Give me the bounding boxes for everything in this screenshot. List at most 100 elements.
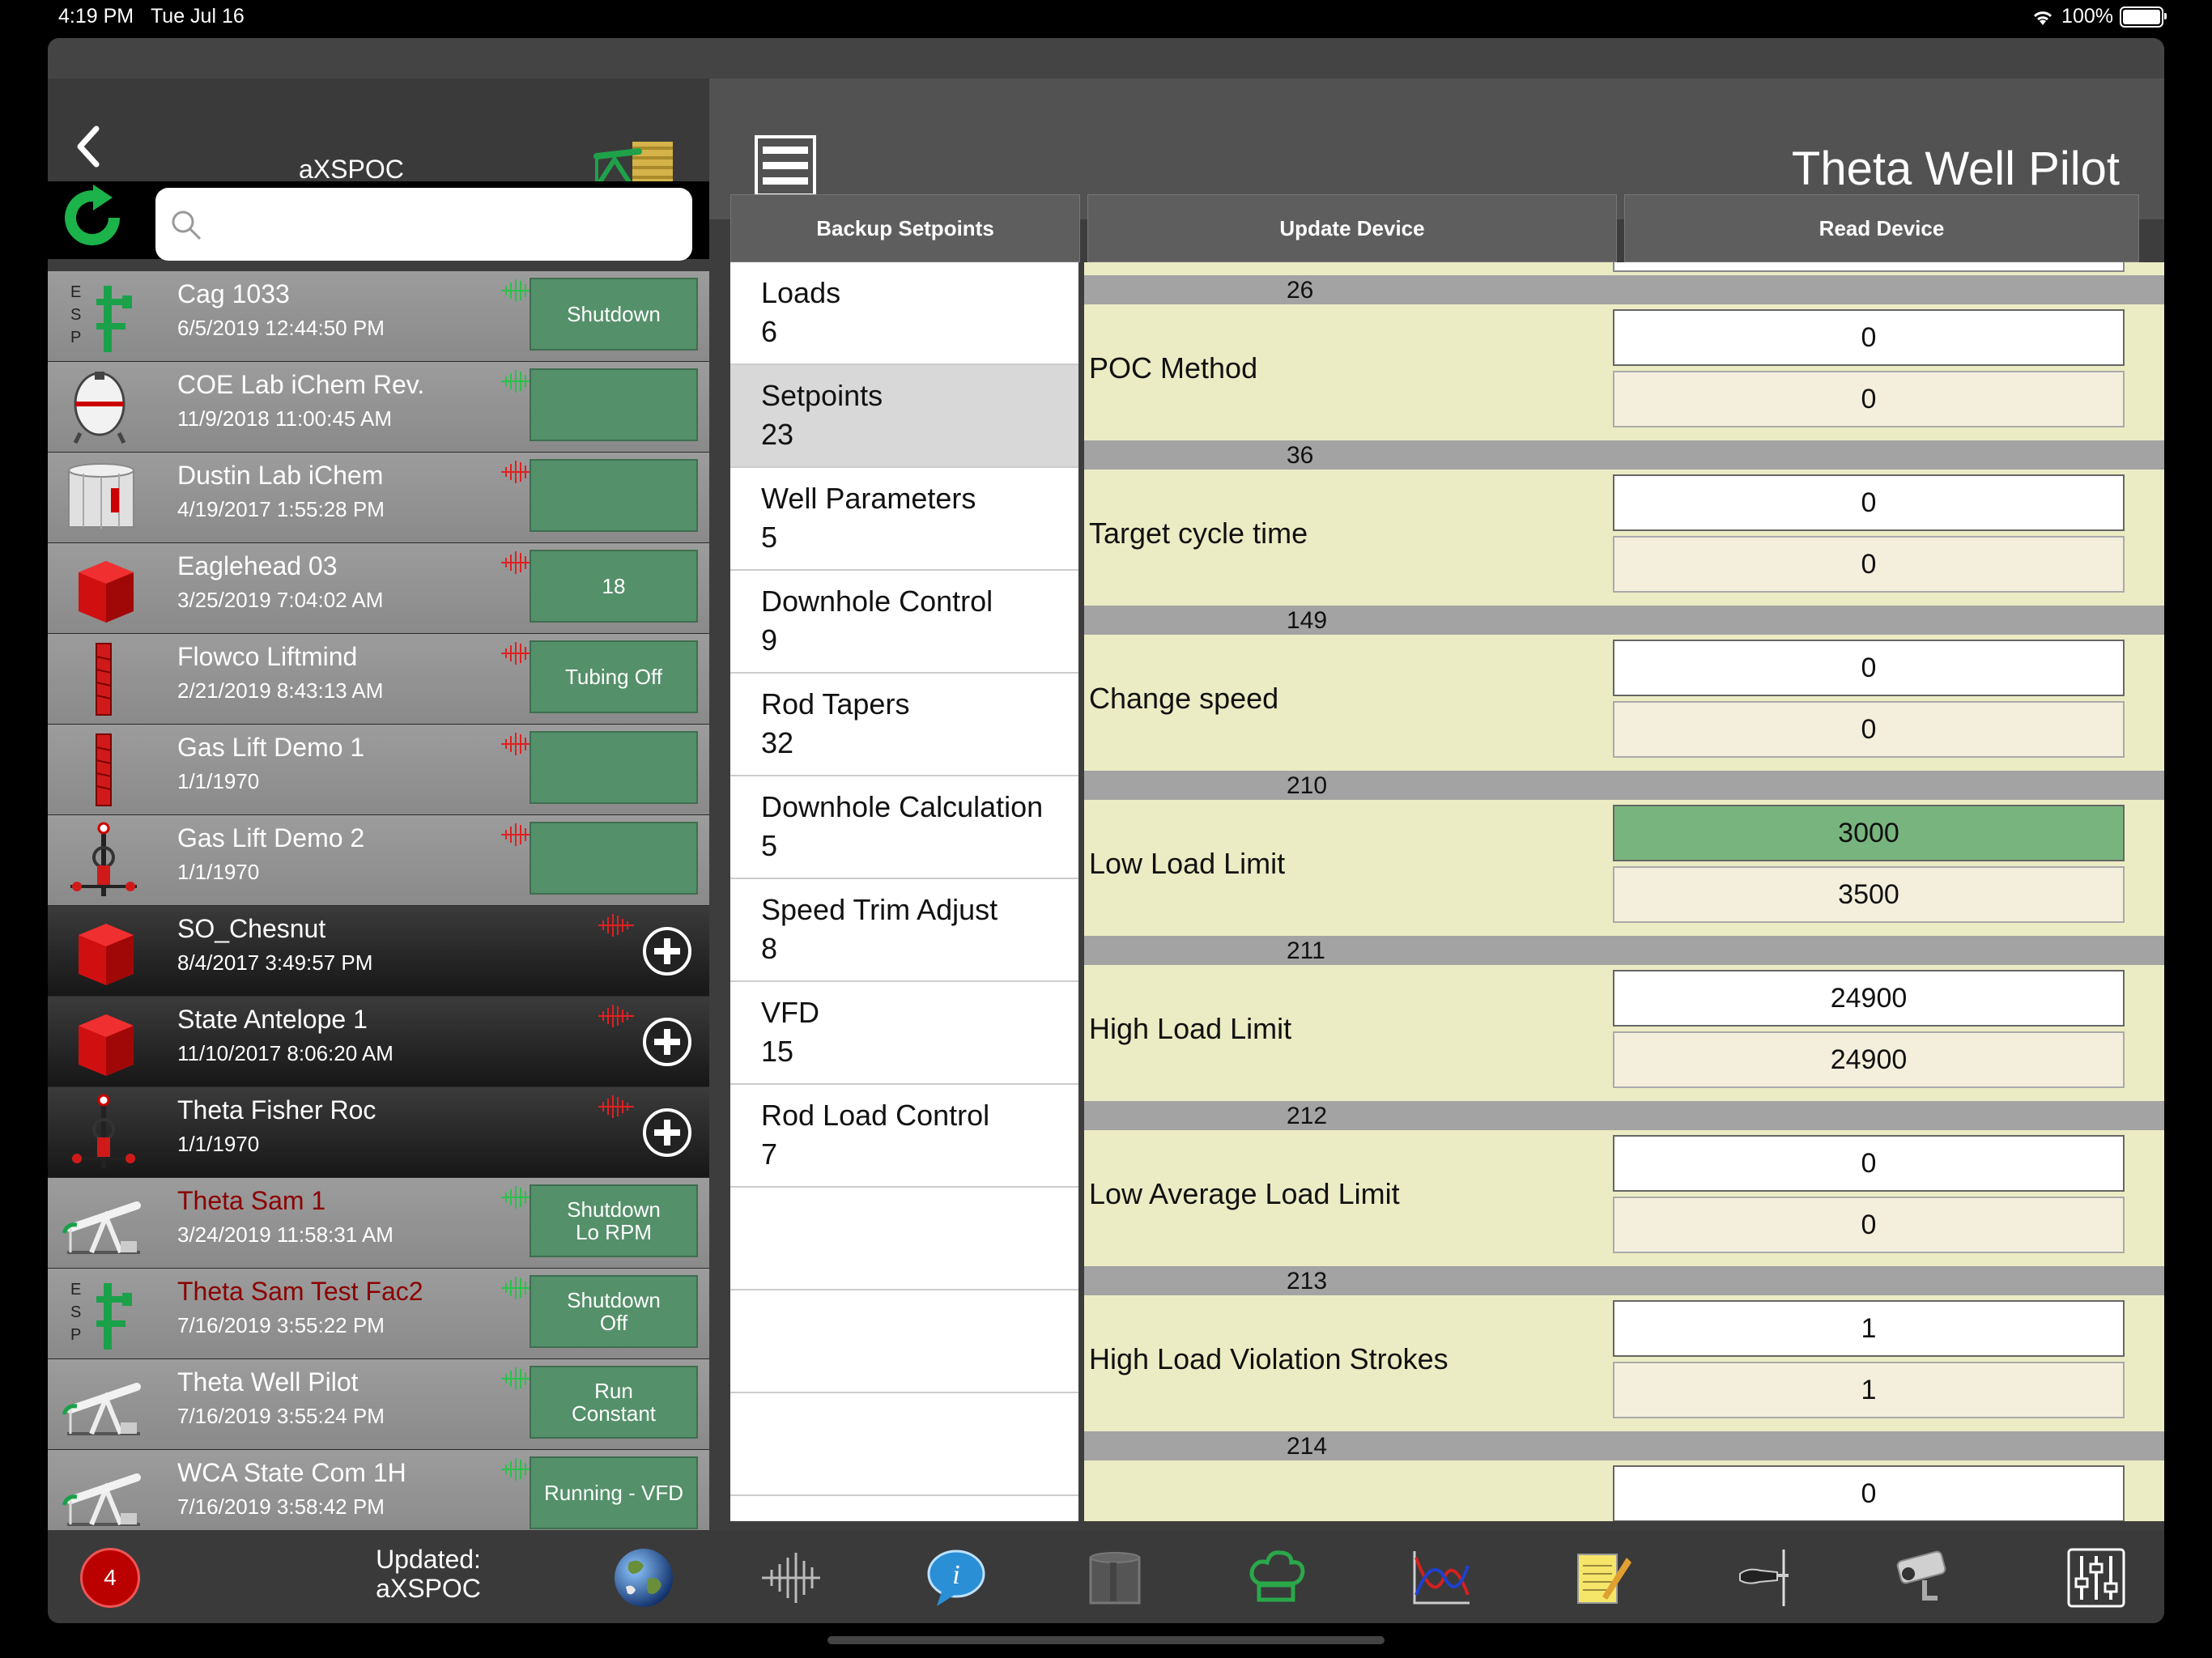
- well-row[interactable]: Theta Well Pilot 7/16/2019 3:55:24 PM Run …: [48, 1359, 709, 1450]
- category-item[interactable]: VFD 15: [730, 982, 1078, 1085]
- well-row[interactable]: Gas Lift Demo 2 1/1/1970: [48, 815, 709, 906]
- setpoint-new-value-input[interactable]: 0: [1613, 309, 2125, 366]
- well-row[interactable]: Dustin Lab iChem 4/19/2017 1:55:28 PM: [48, 453, 709, 543]
- tab-update-device[interactable]: Update Device: [1087, 194, 1617, 262]
- alarm-count-badge[interactable]: 4: [80, 1548, 140, 1608]
- setpoint-label: Target cycle time: [1089, 517, 1308, 550]
- category-item[interactable]: Downhole Calculation 5: [730, 776, 1078, 879]
- well-row[interactable]: Eaglehead 03 3/25/2019 7:04:02 AM 18: [48, 543, 709, 634]
- category-list[interactable]: Loads 6 Setpoints 23 Well Parameters 5 Downhol…: [730, 262, 1078, 1521]
- setpoint-row: Target cycle time 0 0: [1084, 470, 2164, 606]
- dynacard-signal-icon[interactable]: [759, 1546, 823, 1609]
- category-item[interactable]: Speed Trim Adjust 8: [730, 879, 1078, 982]
- category-item[interactable]: Well Parameters 5: [730, 468, 1078, 571]
- well-name: Gas Lift Demo 2: [177, 823, 365, 852]
- page-title: Theta Well Pilot: [1791, 142, 2120, 195]
- setpoint-address-header: 36: [1084, 440, 2164, 470]
- well-row[interactable]: SO_Chesnut 8/4/2017 3:49:57 PM: [48, 906, 709, 997]
- tab-backup-setpoints[interactable]: Backup Setpoints: [730, 194, 1080, 262]
- well-name: State Antelope 1: [177, 1005, 368, 1034]
- well-row[interactable]: E S P Cag 1033 6/5/2019 12:44:50 PM Shutdown: [48, 271, 709, 362]
- category-label: Loads: [761, 276, 841, 309]
- well-row[interactable]: Theta Fisher Roc 1/1/1970: [48, 1087, 709, 1178]
- status-time: 4:19 PM Tue Jul 16: [58, 5, 245, 28]
- category-label: VFD: [761, 996, 819, 1029]
- battery-icon: [2120, 6, 2167, 28]
- category-label: Well Parameters: [761, 482, 976, 515]
- well-last-updated: 1/1/1970: [177, 1132, 260, 1156]
- setpoint-new-value-input[interactable]: 3000: [1613, 805, 2125, 861]
- red-cube-icon: [59, 1003, 148, 1080]
- search-box[interactable]: [155, 188, 692, 261]
- well-row[interactable]: Flowco Liftmind 2/21/2019 8:43:13 AM Tubin…: [48, 634, 709, 725]
- top-strip: [48, 38, 2164, 79]
- category-count: 7: [761, 1137, 778, 1171]
- setpoint-new-value-input[interactable]: 0: [1613, 640, 2125, 696]
- search-icon: [172, 210, 202, 240]
- hamburger-menu-icon[interactable]: [755, 135, 816, 197]
- tab-read-device[interactable]: Read Device: [1624, 194, 2139, 262]
- well-row[interactable]: WCA State Com 1H 7/16/2019 3:58:42 PM Runn…: [48, 1450, 709, 1530]
- category-item[interactable]: Loads 6: [730, 262, 1078, 365]
- category-item[interactable]: Rod Load Control 7: [730, 1085, 1078, 1188]
- chem-tank-icon: [59, 368, 148, 445]
- storage-tank-icon: [59, 459, 148, 536]
- info-icon[interactable]: i: [924, 1546, 989, 1609]
- sliders-settings-icon[interactable]: [2064, 1546, 2129, 1609]
- well-last-updated: 11/9/2018 11:00:45 AM: [177, 406, 393, 431]
- setpoint-new-value-input[interactable]: 0: [1613, 474, 2125, 531]
- add-well-icon[interactable]: [641, 1016, 693, 1068]
- setpoint-row: High Load Violation Strokes 1 1: [1084, 1295, 2164, 1431]
- well-status-box: 18: [530, 550, 698, 623]
- add-well-icon[interactable]: [641, 1107, 693, 1158]
- pumpjack-icon: [59, 1366, 148, 1443]
- globe-icon[interactable]: [611, 1546, 676, 1609]
- notepad-icon[interactable]: [1570, 1546, 1635, 1609]
- setpoint-address-header: 212: [1084, 1101, 2164, 1130]
- setpoint-new-value-input[interactable]: 1: [1613, 1300, 2125, 1357]
- setpoint-label: Change speed: [1089, 682, 1279, 715]
- setpoint-new-value-input[interactable]: 24900: [1613, 970, 2125, 1027]
- setpoint-label: Low Average Load Limit: [1089, 1177, 1400, 1210]
- setpoint-address-header: 210: [1084, 771, 2164, 800]
- trend-chart-icon[interactable]: [1408, 1546, 1473, 1609]
- setpoint-list[interactable]: 26 POC Method 0 0 36 Target cycle time 0 0 149 Ch…: [1084, 262, 2164, 1521]
- svg-text:E: E: [70, 283, 81, 301]
- setpoint-row: Low Average Load Limit 0 0: [1084, 1130, 2164, 1266]
- app-window: aXSPOC Theta Well Pilot E S P Cag 1033 6/5/2…: [48, 38, 2164, 1623]
- chef-hat-icon[interactable]: [1244, 1546, 1309, 1609]
- well-row[interactable]: Theta Sam 1 3/24/2019 11:58:31 AM Shutdown…: [48, 1178, 709, 1269]
- well-status-box: Running - VFD: [530, 1456, 698, 1529]
- gas-lift-tube-icon: [59, 731, 148, 808]
- well-status-box: Shutdown Off: [530, 1275, 698, 1348]
- security-camera-icon[interactable]: [1892, 1546, 1957, 1609]
- signal-red-icon: [598, 912, 634, 938]
- well-name: Gas Lift Demo 1: [177, 733, 365, 762]
- category-item[interactable]: Downhole Control 9: [730, 571, 1078, 674]
- well-row[interactable]: State Antelope 1 11/10/2017 8:06:20 AM: [48, 997, 709, 1087]
- setpoint-address-header: 149: [1084, 606, 2164, 635]
- setpoint-current-value: 0: [1613, 371, 2125, 427]
- home-indicator[interactable]: [827, 1636, 1385, 1644]
- well-row[interactable]: Gas Lift Demo 1 1/1/1970: [48, 725, 709, 815]
- well-last-updated: 4/19/2017 1:55:28 PM: [177, 497, 385, 521]
- refresh-icon[interactable]: [57, 183, 127, 253]
- wellhead-icon: [59, 1094, 148, 1171]
- well-status-box: Tubing Off: [530, 640, 698, 713]
- tank-icon[interactable]: [1083, 1546, 1147, 1609]
- setpoint-new-value-input[interactable]: 0: [1613, 1135, 2125, 1192]
- setpoint-new-value-input[interactable]: 0: [1613, 1465, 2125, 1521]
- category-count: 6: [761, 315, 778, 348]
- well-row[interactable]: COE Lab iChem Rev. 11/9/2018 11:00:45 AM: [48, 362, 709, 453]
- well-name: Theta Sam 1: [177, 1186, 326, 1215]
- left-title: aXSPOC: [299, 155, 404, 184]
- well-list[interactable]: E S P Cag 1033 6/5/2019 12:44:50 PM Shutdown C…: [48, 271, 709, 1530]
- search-input[interactable]: [212, 199, 669, 249]
- category-item[interactable]: Rod Tapers 32: [730, 674, 1078, 776]
- category-item[interactable]: Setpoints 23: [730, 365, 1078, 468]
- red-cube-icon: [59, 550, 148, 627]
- well-row[interactable]: E S P Theta Sam Test Fac2 7/16/2019 3:55:22 …: [48, 1269, 709, 1359]
- valve-hand-icon[interactable]: [1732, 1546, 1797, 1609]
- back-chevron-icon[interactable]: [64, 114, 113, 179]
- add-well-icon[interactable]: [641, 925, 693, 977]
